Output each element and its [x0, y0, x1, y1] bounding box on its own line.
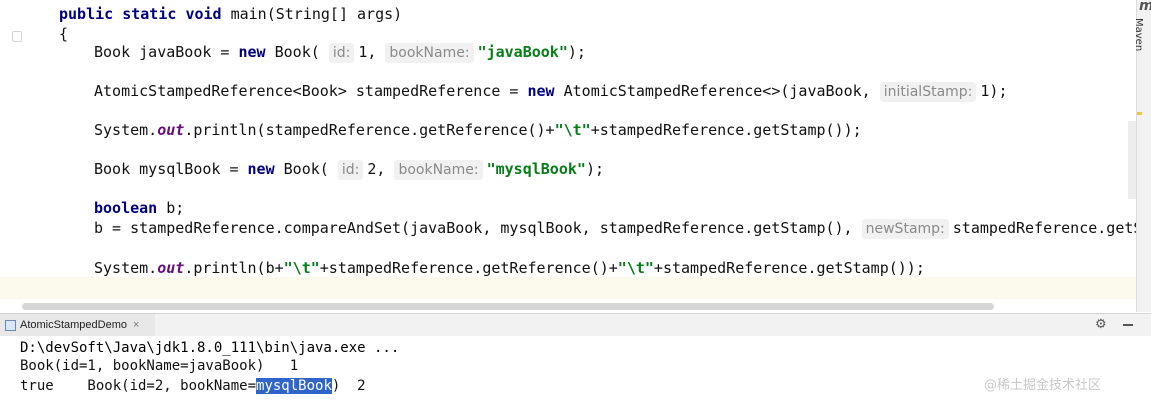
gear-icon[interactable]: ⚙: [1095, 317, 1107, 332]
code-line-println-1[interactable]: System.out.println(stampedReference.getR…: [94, 119, 862, 141]
run-config-icon: [5, 319, 16, 331]
run-panel-header: AtomicStampedDemo × ⚙: [0, 313, 1151, 337]
watermark: @稀土掘金技术社区: [984, 378, 1102, 393]
caret-line-highlight: [0, 277, 1136, 299]
warning-marker[interactable]: [1137, 112, 1142, 115]
param-hint-bookname: bookName:: [394, 160, 483, 180]
param-hint-newstamp: newStamp:: [861, 219, 949, 239]
maven-tool-button[interactable]: Maven: [1133, 18, 1144, 51]
code-line-compare-and-set[interactable]: b = stampedReference.compareAndSet(javaB…: [94, 217, 1136, 239]
code-line-stamped-reference[interactable]: AtomicStampedReference<Book> stampedRefe…: [94, 80, 1007, 102]
code-line-javabook[interactable]: Book javaBook = new Book( id: 1, bookName…: [94, 41, 586, 63]
param-hint-id: id:: [337, 160, 364, 180]
code-line-boolean[interactable]: boolean b;: [94, 197, 184, 219]
param-hint-initialstamp: initialStamp:: [879, 82, 977, 102]
console-line-command: D:\devSoft\Java\jdk1.8.0_111\bin\java.ex…: [20, 340, 400, 356]
selected-text: mysqlBook: [256, 378, 332, 394]
maven-icon[interactable]: m: [1139, 0, 1151, 14]
horizontal-scrollbar[interactable]: [22, 303, 994, 310]
param-hint-bookname: bookName:: [385, 43, 474, 63]
code-line-mysqlbook[interactable]: Book mysqlBook = new Book( id: 2, bookNam…: [94, 158, 604, 180]
code-line-println-2[interactable]: System.out.println(b+"\t"+stampedReferen…: [94, 257, 925, 279]
vertical-scrollbar[interactable]: [1128, 121, 1136, 199]
open-brace[interactable]: {: [59, 23, 68, 45]
console-line-output-2: true Book(id=2, bookName=mysqlBook) 2: [20, 378, 366, 394]
param-hint-id: id:: [328, 43, 355, 63]
fold-marker-icon[interactable]: [12, 31, 22, 42]
console-line-output-1: Book(id=1, bookName=javaBook) 1: [20, 358, 299, 374]
run-tab-label: AtomicStampedDemo: [20, 319, 127, 331]
maven-tool-strip[interactable]: m Maven: [1133, 0, 1151, 312]
method-signature-line[interactable]: public static void main(String[] args): [59, 3, 402, 25]
console-output[interactable]: D:\devSoft\Java\jdk1.8.0_111\bin\java.ex…: [0, 336, 1151, 400]
run-tab[interactable]: AtomicStampedDemo ×: [0, 314, 155, 336]
code-editor[interactable]: public static void main(String[] args) {…: [0, 0, 1136, 312]
close-icon[interactable]: ×: [133, 319, 139, 331]
minimize-icon[interactable]: [1123, 324, 1133, 326]
